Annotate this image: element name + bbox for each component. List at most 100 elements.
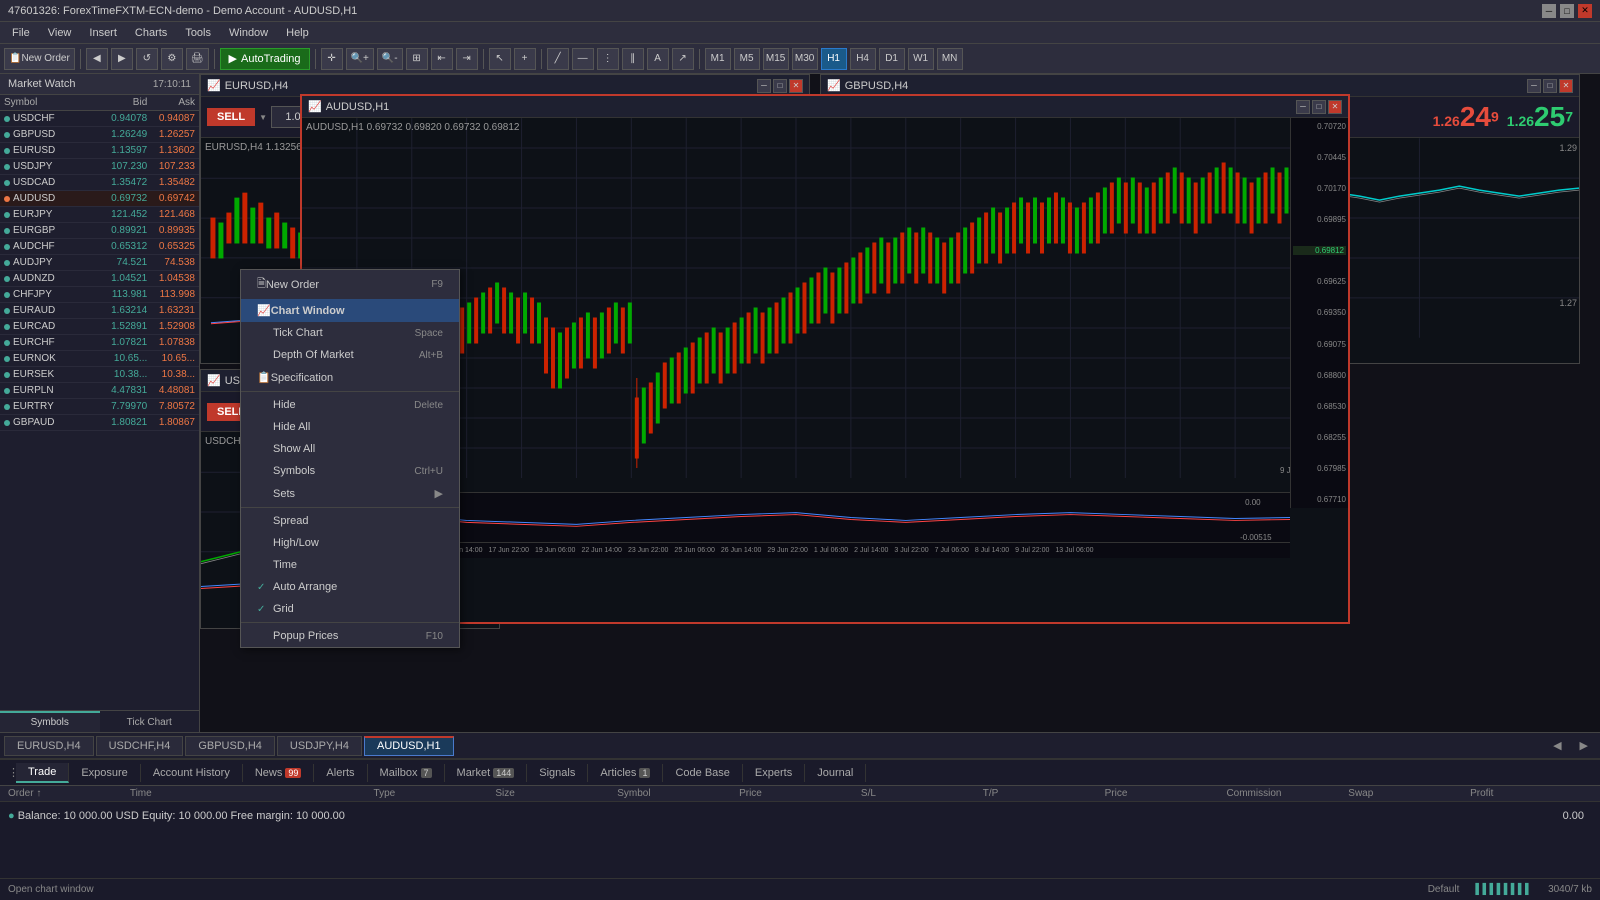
mw-row[interactable]: GBPAUD 1.80821 1.80867: [0, 415, 199, 431]
ctx-grid[interactable]: ✓ Grid: [241, 598, 459, 620]
audusd-close[interactable]: ✕: [1328, 100, 1342, 114]
text-button[interactable]: A: [647, 48, 669, 70]
terminal-tab-history[interactable]: Account History: [141, 764, 243, 782]
ctx-hide-all[interactable]: Hide All: [241, 416, 459, 438]
terminal-tab-market[interactable]: Market 144: [445, 764, 528, 782]
chart-tab-usdjpy[interactable]: USDJPY,H4: [277, 736, 362, 756]
scroll-left[interactable]: ⇤: [431, 48, 453, 70]
tf-m1[interactable]: M1: [705, 48, 731, 70]
menu-charts[interactable]: Charts: [127, 25, 175, 41]
tf-m15[interactable]: M15: [763, 48, 789, 70]
tf-h1[interactable]: H1: [821, 48, 847, 70]
line-button[interactable]: ╱: [547, 48, 569, 70]
mw-row[interactable]: EURPLN 4.47831 4.48081: [0, 383, 199, 399]
ctx-new-order[interactable]: 🗎 New Order F9: [241, 270, 459, 299]
tf-m5[interactable]: M5: [734, 48, 760, 70]
zoom-in-button[interactable]: 🔍+: [346, 48, 374, 70]
tf-mn[interactable]: MN: [937, 48, 963, 70]
terminal-handle[interactable]: ⋮: [8, 766, 16, 779]
mw-row[interactable]: EURTRY 7.79970 7.80572: [0, 399, 199, 415]
chart-tabs-scroll-right[interactable]: ▶: [1572, 739, 1596, 752]
chart-tab-eurusd[interactable]: EURUSD,H4: [4, 736, 94, 756]
ctx-highlow[interactable]: High/Low: [241, 532, 459, 554]
close-button[interactable]: ✕: [1578, 4, 1592, 18]
eurusd-sell-button[interactable]: SELL: [207, 108, 255, 126]
new-order-button[interactable]: 📋 New Order: [4, 48, 75, 70]
minimize-button[interactable]: ─: [1542, 4, 1556, 18]
chart-tab-usdchf[interactable]: USDCHF,H4: [96, 736, 184, 756]
hline-button[interactable]: —: [572, 48, 594, 70]
mw-row[interactable]: EURNOK 10.65... 10.65...: [0, 351, 199, 367]
mw-row[interactable]: EURCAD 1.52891 1.52908: [0, 319, 199, 335]
ctx-hide[interactable]: Hide Delete: [241, 394, 459, 416]
terminal-tab-alerts[interactable]: Alerts: [314, 764, 367, 782]
toolbar-back[interactable]: ◀: [86, 48, 108, 70]
gbpusd-max[interactable]: □: [1543, 79, 1557, 93]
terminal-tab-trade[interactable]: Trade: [16, 763, 69, 783]
chart-tab-audusd[interactable]: AUDUSD,H1: [364, 736, 454, 756]
zoom-out-button[interactable]: 🔍-: [377, 48, 403, 70]
toolbar-fwd[interactable]: ▶: [111, 48, 133, 70]
autotrading-button[interactable]: ▶ AutoTrading: [220, 48, 310, 70]
eurusd-sell-arrow[interactable]: ▼: [259, 113, 267, 122]
ctx-specification[interactable]: 📋 Specification: [241, 366, 459, 389]
cursor-button[interactable]: ↖: [489, 48, 511, 70]
ctx-show-all[interactable]: Show All: [241, 438, 459, 460]
tf-m30[interactable]: M30: [792, 48, 818, 70]
tf-d1[interactable]: D1: [879, 48, 905, 70]
menu-window[interactable]: Window: [221, 25, 276, 41]
mw-row[interactable]: CHFJPY 113.981 113.998: [0, 287, 199, 303]
tf-h4[interactable]: H4: [850, 48, 876, 70]
mw-row[interactable]: AUDNZD 1.04521 1.04538: [0, 271, 199, 287]
mw-row[interactable]: EURJPY 121.452 121.468: [0, 207, 199, 223]
terminal-tab-exposure[interactable]: Exposure: [69, 764, 140, 782]
mw-row[interactable]: USDCAD 1.35472 1.35482: [0, 175, 199, 191]
audusd-min[interactable]: ─: [1296, 100, 1310, 114]
mw-row[interactable]: USDCHF 0.94078 0.94087: [0, 111, 199, 127]
period-sep-button[interactable]: ⊞: [406, 48, 428, 70]
terminal-tab-signals[interactable]: Signals: [527, 764, 588, 782]
ctx-symbols[interactable]: Symbols Ctrl+U: [241, 460, 459, 482]
menu-file[interactable]: File: [4, 25, 38, 41]
chart-tab-gbpusd[interactable]: GBPUSD,H4: [185, 736, 275, 756]
fib-button[interactable]: ∥: [622, 48, 644, 70]
mw-row[interactable]: EURSEK 10.38... 10.38...: [0, 367, 199, 383]
mw-row[interactable]: AUDUSD 0.69732 0.69742: [0, 191, 199, 207]
mw-row[interactable]: EURCHF 1.07821 1.07838: [0, 335, 199, 351]
menu-view[interactable]: View: [40, 25, 80, 41]
toolbar-refresh[interactable]: ↺: [136, 48, 158, 70]
ctx-tick-chart[interactable]: Tick Chart Space: [241, 322, 459, 344]
eurusd-min[interactable]: ─: [757, 79, 771, 93]
channel-button[interactable]: ⋮: [597, 48, 619, 70]
menu-help[interactable]: Help: [278, 25, 317, 41]
eurusd-max[interactable]: □: [773, 79, 787, 93]
tf-w1[interactable]: W1: [908, 48, 934, 70]
mw-row[interactable]: AUDJPY 74.521 74.538: [0, 255, 199, 271]
ctx-depth-market[interactable]: Depth Of Market Alt+B: [241, 344, 459, 366]
mw-tab-tick[interactable]: Tick Chart: [100, 711, 200, 732]
mw-row[interactable]: USDJPY 107.230 107.233: [0, 159, 199, 175]
mw-row[interactable]: EURAUD 1.63214 1.63231: [0, 303, 199, 319]
ctx-time[interactable]: Time: [241, 554, 459, 576]
mw-row[interactable]: EURUSD 1.13597 1.13602: [0, 143, 199, 159]
maximize-button[interactable]: □: [1560, 4, 1574, 18]
terminal-tab-experts[interactable]: Experts: [743, 764, 805, 782]
ctx-chart-window[interactable]: 📈 Chart Window: [241, 299, 459, 322]
menu-tools[interactable]: Tools: [177, 25, 219, 41]
ctx-auto-arrange[interactable]: ✓ Auto Arrange: [241, 576, 459, 598]
menu-insert[interactable]: Insert: [81, 25, 125, 41]
gbpusd-close[interactable]: ✕: [1559, 79, 1573, 93]
mw-row[interactable]: GBPUSD 1.26249 1.26257: [0, 127, 199, 143]
crosshair-button[interactable]: ✛: [321, 48, 343, 70]
mw-tab-symbols[interactable]: Symbols: [0, 711, 100, 732]
toolbar-print[interactable]: 🖨: [186, 48, 209, 70]
ctx-sets[interactable]: Sets ▶: [241, 482, 459, 505]
chart-tabs-scroll-left[interactable]: ◀: [1545, 739, 1569, 752]
gbpusd-min[interactable]: ─: [1527, 79, 1541, 93]
ctx-popup-prices[interactable]: Popup Prices F10: [241, 625, 459, 647]
terminal-tab-mailbox[interactable]: Mailbox 7: [368, 764, 445, 782]
ctx-spread[interactable]: Spread: [241, 510, 459, 532]
audusd-max[interactable]: □: [1312, 100, 1326, 114]
eurusd-close[interactable]: ✕: [789, 79, 803, 93]
toolbar-settings[interactable]: ⚙: [161, 48, 183, 70]
